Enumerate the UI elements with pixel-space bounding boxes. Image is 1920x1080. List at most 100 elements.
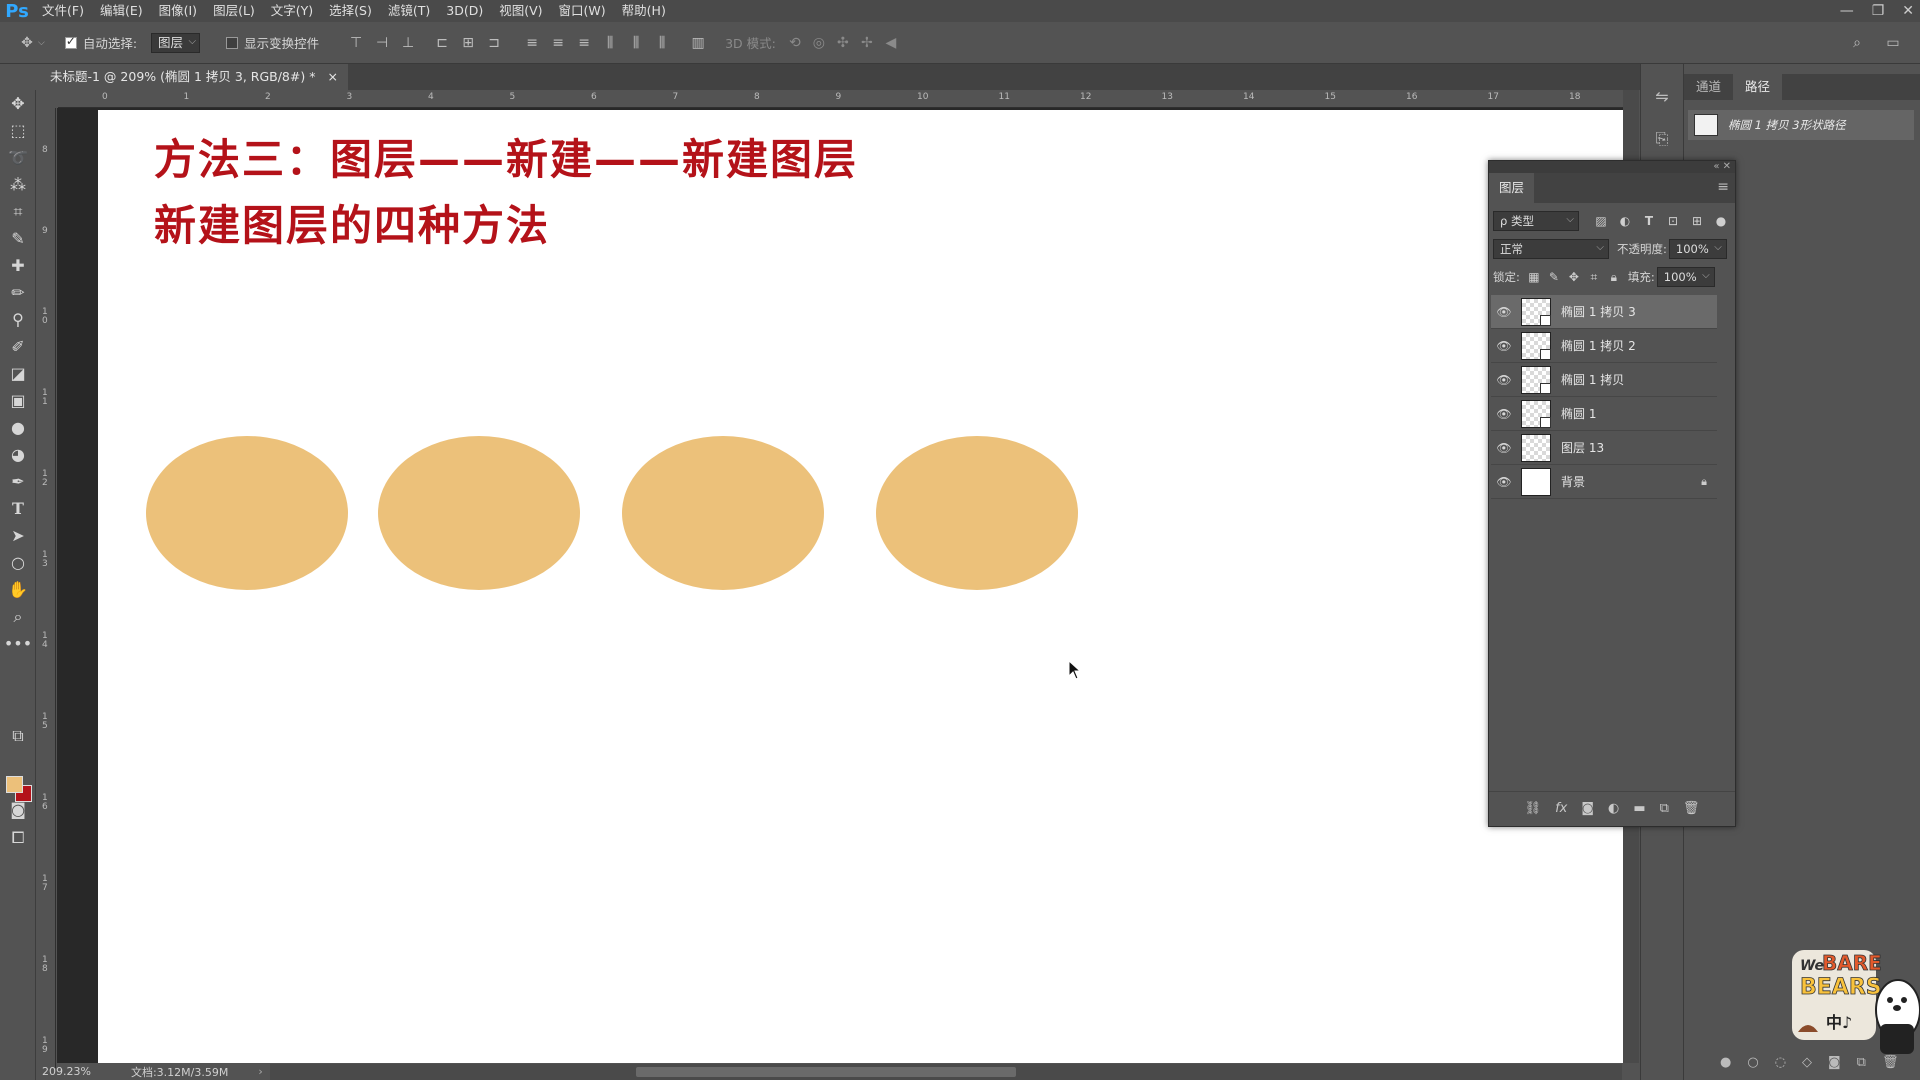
ellipse-shape-2[interactable] xyxy=(378,436,580,590)
filter-pixel-icon[interactable]: ▨ xyxy=(1593,214,1609,228)
type-tool-icon[interactable]: T xyxy=(0,495,36,522)
menu-layer[interactable]: 图层(L) xyxy=(205,0,263,22)
align-right-icon[interactable]: ⊐ xyxy=(485,34,503,52)
ellipse-shape-3[interactable] xyxy=(622,436,824,590)
align-hcenter-icon[interactable]: ⊞ xyxy=(459,34,477,52)
align-top-icon[interactable]: ⊤ xyxy=(347,34,365,52)
ellipse-shape-1[interactable] xyxy=(146,436,348,590)
brush-tool-icon[interactable]: ✏ xyxy=(0,279,36,306)
distribute-left-icon[interactable]: ⫼ xyxy=(601,34,619,52)
distribute-top-icon[interactable]: ≡ xyxy=(523,34,541,52)
history-brush-tool-icon[interactable]: ✐ xyxy=(0,333,36,360)
auto-align-icon[interactable]: ▥ xyxy=(689,34,707,52)
gradient-tool-icon[interactable]: ▣ xyxy=(0,387,36,414)
lock-artboard-icon[interactable]: ⌗ xyxy=(1586,270,1602,285)
history-panel-icon[interactable]: ⇋ xyxy=(1653,88,1671,106)
filter-adjustment-icon[interactable]: ◐ xyxy=(1617,214,1633,228)
quick-mask-icon[interactable]: ◙ xyxy=(0,796,36,823)
layer-row[interactable]: 👁︎ 图层 13 xyxy=(1491,431,1717,465)
clone-stamp-tool-icon[interactable]: ⚲ xyxy=(0,306,36,333)
healing-brush-tool-icon[interactable]: ✚ xyxy=(0,252,36,279)
stroke-path-icon[interactable]: ○ xyxy=(1747,1055,1758,1070)
panel-menu-icon[interactable]: ≡ xyxy=(1717,179,1729,195)
align-bottom-icon[interactable]: ⊥ xyxy=(399,34,417,52)
blend-mode-dropdown[interactable]: 正常 xyxy=(1493,239,1609,259)
horizontal-scroll-thumb[interactable] xyxy=(636,1067,1016,1077)
foreground-color-swatch[interactable] xyxy=(6,776,23,793)
new-group-icon[interactable]: ▬ xyxy=(1633,801,1645,816)
zoom-level[interactable]: 209.23% xyxy=(42,1065,91,1078)
magic-wand-tool-icon[interactable]: ⁂ xyxy=(0,171,36,198)
tab-paths[interactable]: 路径 xyxy=(1733,74,1783,100)
layer-style-fx-icon[interactable]: fx xyxy=(1555,801,1567,816)
lock-transparent-icon[interactable]: ▦ xyxy=(1526,270,1542,284)
eye-icon[interactable]: 👁︎ xyxy=(1491,407,1517,421)
filter-smart-object-icon[interactable]: ⊞ xyxy=(1689,214,1705,228)
menu-filter[interactable]: 滤镜(T) xyxy=(380,0,438,22)
lock-image-icon[interactable]: ✎ xyxy=(1546,270,1562,284)
link-layers-icon[interactable]: ⛓ xyxy=(1525,801,1542,816)
distribute-vcenter-icon[interactable]: ≡ xyxy=(549,34,567,52)
eye-icon[interactable]: 👁︎ xyxy=(1491,305,1517,319)
restore-button[interactable]: ❐ xyxy=(1872,3,1885,19)
layers-panel-grip[interactable]: « ✕ xyxy=(1489,161,1735,173)
lasso-tool-icon[interactable]: ➰ xyxy=(0,144,36,171)
crop-tool-icon[interactable]: ⌗ xyxy=(0,198,36,225)
document-tab[interactable]: 未标题-1 @ 209% (椭圆 1 拷贝 3, RGB/8#) * × xyxy=(40,64,348,90)
marquee-tool-icon[interactable]: ⬚ xyxy=(0,117,36,144)
align-left-icon[interactable]: ⊏ xyxy=(433,34,451,52)
eraser-tool-icon[interactable]: ◪ xyxy=(0,360,36,387)
delete-layer-icon[interactable]: 🗑︎ xyxy=(1683,801,1700,816)
dodge-tool-icon[interactable]: ◕ xyxy=(0,441,36,468)
path-item[interactable]: 椭圆 1 拷贝 3形状路径 xyxy=(1688,110,1914,140)
menu-window[interactable]: 窗口(W) xyxy=(551,0,614,22)
3d-roll-icon[interactable]: ◎ xyxy=(810,34,828,52)
layer-row[interactable]: 👁︎ 背景 🔒︎ xyxy=(1491,465,1717,499)
lock-position-icon[interactable]: ✥ xyxy=(1566,270,1582,284)
distribute-bottom-icon[interactable]: ≡ xyxy=(575,34,593,52)
layer-row[interactable]: 👁︎ 椭圆 1 xyxy=(1491,397,1717,431)
align-vcenter-icon[interactable]: ⊣ xyxy=(373,34,391,52)
zoom-tool-icon[interactable]: ⌕ xyxy=(0,603,36,630)
distribute-hcenter-icon[interactable]: ⫼ xyxy=(627,34,645,52)
more-tools-icon[interactable]: ••• xyxy=(0,630,36,657)
path-selection-tool-icon[interactable]: ➤ xyxy=(0,522,36,549)
document-tab-close-button[interactable]: × xyxy=(327,64,337,90)
menu-3d[interactable]: 3D(D) xyxy=(438,0,491,22)
menu-help[interactable]: 帮助(H) xyxy=(614,0,674,22)
layer-row[interactable]: 👁︎ 椭圆 1 拷贝 2 xyxy=(1491,329,1717,363)
eye-icon[interactable]: 👁︎ xyxy=(1491,475,1517,489)
new-layer-icon[interactable]: ⧉ xyxy=(1660,801,1669,816)
opacity-input[interactable]: 100% xyxy=(1668,239,1727,259)
search-icon[interactable]: ⌕ xyxy=(1848,34,1866,52)
eye-icon[interactable]: 👁︎ xyxy=(1491,373,1517,387)
menu-type[interactable]: 文字(Y) xyxy=(263,0,321,22)
3d-orbit-icon[interactable]: ⟲ xyxy=(786,34,804,52)
blur-tool-icon[interactable]: ● xyxy=(0,414,36,441)
eyedropper-tool-icon[interactable]: ✎ xyxy=(0,225,36,252)
filter-type-icon[interactable]: T xyxy=(1641,214,1657,228)
horizontal-scrollbar[interactable] xyxy=(270,1064,1622,1080)
3d-scale-icon[interactable]: ◀ xyxy=(882,34,900,52)
screen-mode-icon[interactable]: ⧠ xyxy=(0,824,36,851)
menu-edit[interactable]: 编辑(E) xyxy=(92,0,151,22)
minimize-button[interactable]: — xyxy=(1840,3,1854,19)
document-canvas[interactable]: 方法三：图层——新建——新建图层 新建图层的四种方法 xyxy=(98,110,1623,1063)
lock-all-icon[interactable]: 🔒︎ xyxy=(1606,270,1622,285)
hand-tool-icon[interactable]: ✋ xyxy=(0,576,36,603)
menu-image[interactable]: 图像(I) xyxy=(151,0,205,22)
close-window-button[interactable]: ✕ xyxy=(1902,3,1914,19)
filter-toggle-icon[interactable]: ● xyxy=(1713,214,1729,228)
tab-channels[interactable]: 通道 xyxy=(1684,74,1733,100)
eye-icon[interactable]: 👁︎ xyxy=(1491,441,1517,455)
ellipse-tool-icon[interactable]: ○ xyxy=(0,549,36,576)
tab-layers[interactable]: 图层 xyxy=(1489,173,1535,203)
distribute-right-icon[interactable]: ⫼ xyxy=(653,34,671,52)
adjustment-layer-icon[interactable]: ◐ xyxy=(1608,801,1619,816)
lock-icon[interactable]: 🔒︎ xyxy=(1701,475,1707,489)
3d-slide-icon[interactable]: ✢ xyxy=(858,34,876,52)
menu-file[interactable]: 文件(F) xyxy=(34,0,92,22)
3d-pan-icon[interactable]: ✣ xyxy=(834,34,852,52)
load-selection-icon[interactable]: ◌ xyxy=(1775,1055,1786,1070)
status-arrow-icon[interactable]: › xyxy=(258,1065,262,1078)
